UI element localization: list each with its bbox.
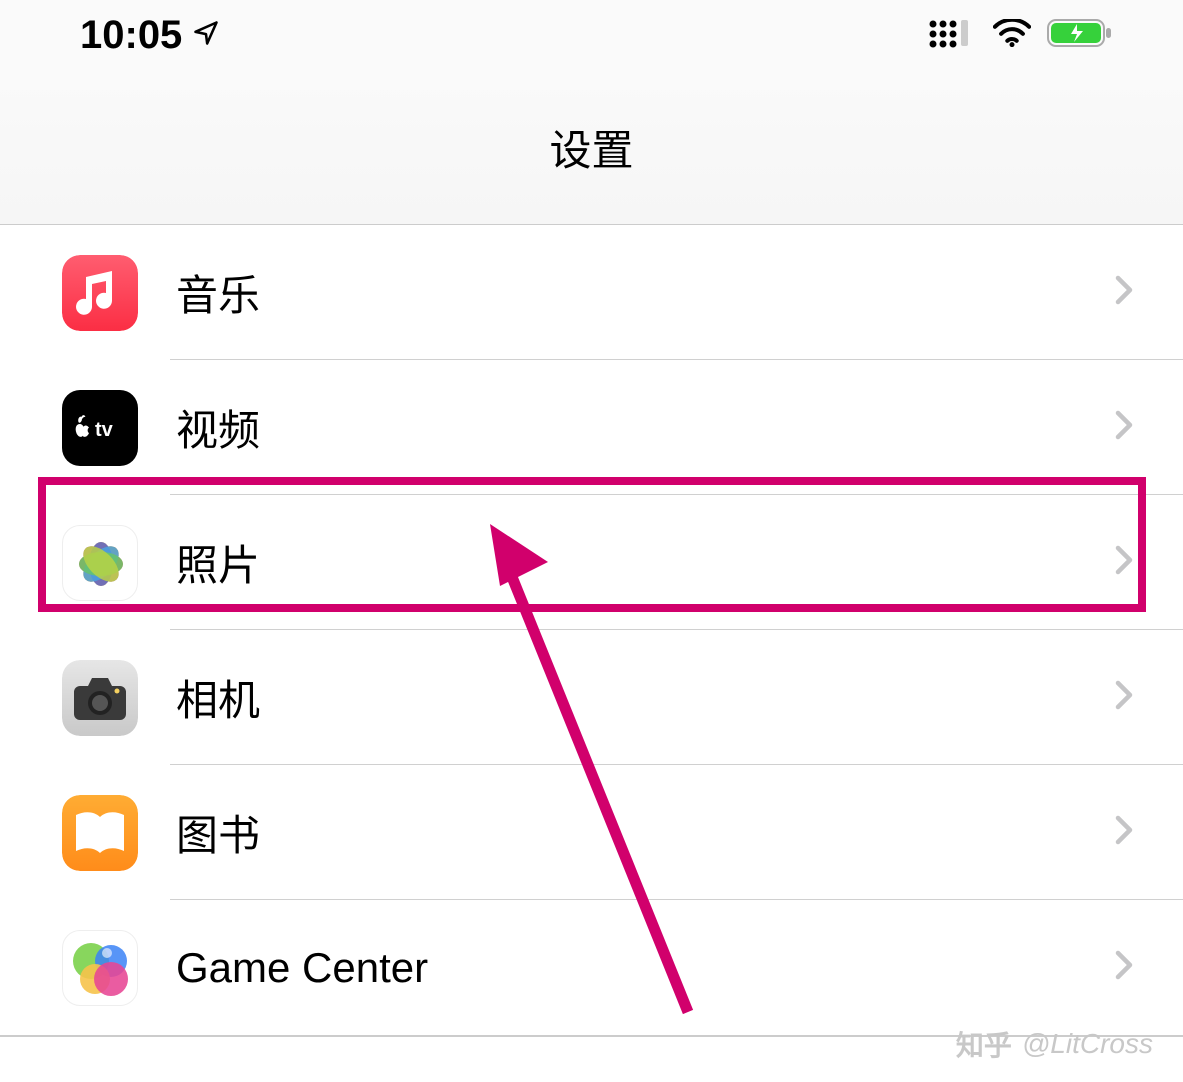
wifi-icon: [993, 19, 1031, 52]
settings-row-photos[interactable]: 照片: [0, 495, 1183, 630]
cellular-icon: [929, 18, 977, 53]
settings-header: 设置: [0, 70, 1183, 225]
appletv-icon: tv: [62, 390, 138, 466]
chevron-right-icon: [1115, 275, 1133, 310]
settings-row-video[interactable]: tv 视频: [0, 360, 1183, 495]
gamecenter-icon: [62, 930, 138, 1006]
settings-row-books[interactable]: 图书: [0, 765, 1183, 900]
watermark-logo: 知乎: [956, 1024, 1012, 1064]
row-label: 视频: [176, 397, 1115, 458]
status-bar: 10:05: [0, 0, 1183, 70]
watermark: 知乎 @LitCross: [956, 1024, 1153, 1064]
chevron-right-icon: [1115, 680, 1133, 715]
settings-row-gamecenter[interactable]: Game Center: [0, 900, 1183, 1035]
location-icon: [192, 19, 220, 52]
battery-charging-icon: [1047, 18, 1113, 53]
row-label: Game Center: [176, 944, 1115, 992]
status-left: 10:05: [80, 13, 220, 58]
svg-text:tv: tv: [95, 419, 114, 441]
settings-row-camera[interactable]: 相机: [0, 630, 1183, 765]
photos-icon: [62, 525, 138, 601]
books-icon: [62, 795, 138, 871]
settings-row-music[interactable]: 音乐: [0, 225, 1183, 360]
watermark-text: @LitCross: [1022, 1028, 1153, 1060]
settings-list: 音乐 tv 视频: [0, 225, 1183, 1037]
row-label: 音乐: [176, 262, 1115, 323]
chevron-right-icon: [1115, 410, 1133, 445]
music-icon: [62, 255, 138, 331]
row-label: 相机: [176, 667, 1115, 728]
status-right: [929, 18, 1113, 53]
status-time: 10:05: [80, 13, 182, 58]
chevron-right-icon: [1115, 815, 1133, 850]
camera-icon: [62, 660, 138, 736]
page-title: 设置: [549, 117, 633, 178]
chevron-right-icon: [1115, 950, 1133, 985]
chevron-right-icon: [1115, 545, 1133, 580]
row-label: 照片: [176, 532, 1115, 593]
row-label: 图书: [176, 802, 1115, 863]
